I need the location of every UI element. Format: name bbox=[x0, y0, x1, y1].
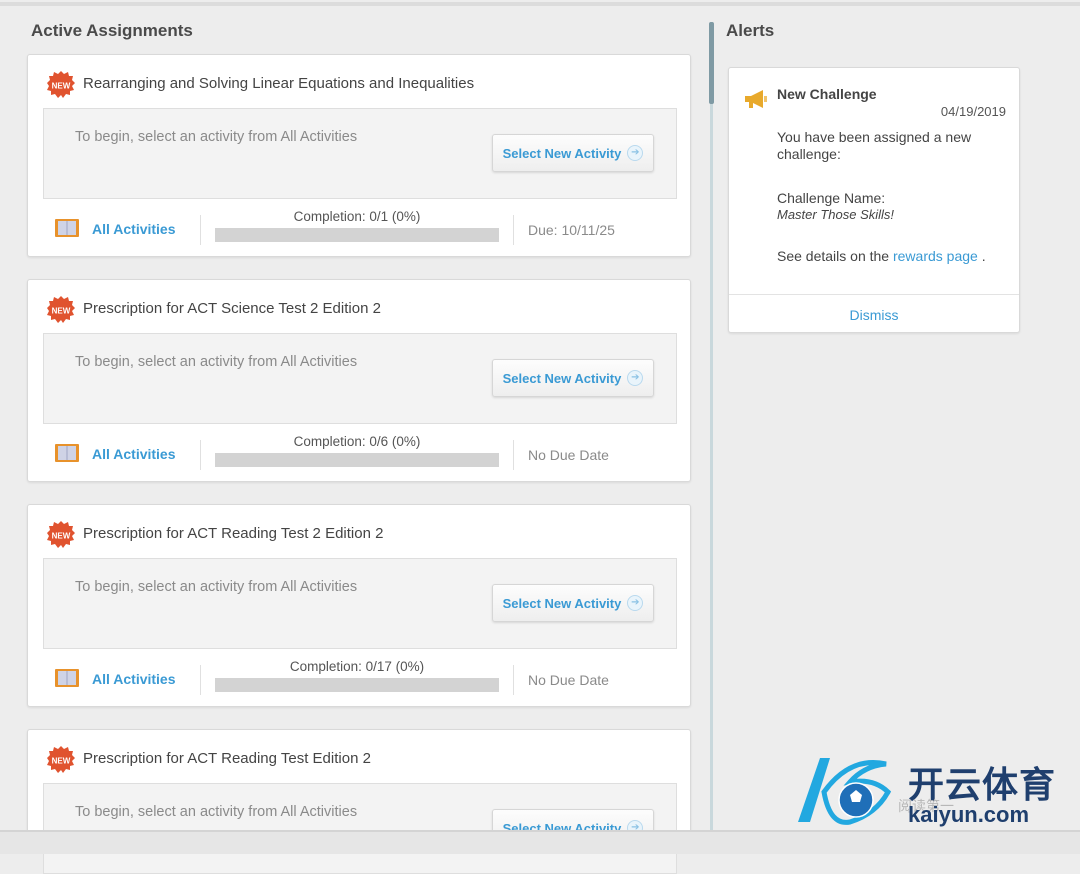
svg-text:NEW: NEW bbox=[52, 532, 71, 541]
svg-text:NEW: NEW bbox=[52, 307, 71, 316]
svg-text:NEW: NEW bbox=[52, 82, 71, 91]
book-icon bbox=[55, 444, 79, 462]
footer-divider bbox=[200, 440, 201, 470]
activity-hint: To begin, select an activity from All Ac… bbox=[75, 129, 358, 145]
activity-panel: To begin, select an activity from All Ac… bbox=[43, 558, 677, 649]
completion-progress-bar bbox=[215, 678, 499, 692]
due-date: No Due Date bbox=[528, 447, 609, 463]
details-prefix: See details on the bbox=[777, 248, 890, 264]
select-new-activity-label: Select New Activity bbox=[502, 145, 622, 161]
challenge-name: Master Those Skills! bbox=[777, 207, 895, 222]
details-suffix: . bbox=[981, 248, 986, 264]
completion-progress-bar bbox=[215, 228, 499, 242]
footer-divider bbox=[513, 440, 514, 470]
challenge-name-label: Challenge Name: bbox=[777, 190, 886, 206]
due-date: No Due Date bbox=[528, 672, 609, 688]
activity-hint: To begin, select an activity from All Ac… bbox=[75, 579, 358, 595]
card-footer: All Activities Completion: 0/6 (0%) No D… bbox=[28, 430, 690, 480]
scrollbar-track[interactable] bbox=[710, 22, 713, 830]
card-footer: All Activities Completion: 0/1 (0%) Due:… bbox=[28, 205, 690, 255]
select-new-activity-button[interactable]: Select New Activity ➔ bbox=[492, 359, 654, 397]
book-icon bbox=[55, 219, 79, 237]
assignment-card: NEW Prescription for ACT Reading Test Ed… bbox=[27, 729, 691, 874]
top-rule bbox=[0, 2, 1080, 6]
due-date: Due: 10/11/25 bbox=[528, 222, 615, 238]
book-icon bbox=[55, 669, 79, 687]
completion-label: Completion: 0/1 (0%) bbox=[293, 209, 421, 224]
select-new-activity-label: Select New Activity bbox=[502, 595, 622, 611]
select-new-activity-button[interactable]: Select New Activity ➔ bbox=[492, 134, 654, 172]
assignment-card: NEW Rearranging and Solving Linear Equat… bbox=[27, 54, 691, 257]
dismiss-button[interactable]: Dismiss bbox=[729, 307, 1019, 323]
arrow-right-icon: ➔ bbox=[627, 595, 644, 611]
challenge-alert-card: New Challenge 04/19/2019 You have been a… bbox=[728, 67, 1020, 333]
new-badge-icon: NEW bbox=[47, 746, 75, 773]
footer-divider bbox=[200, 215, 201, 245]
completion-label: Completion: 0/17 (0%) bbox=[289, 659, 425, 674]
activity-hint: To begin, select an activity from All Ac… bbox=[75, 804, 358, 820]
all-activities-link[interactable]: All Activities bbox=[92, 221, 176, 237]
alert-heading: New Challenge bbox=[777, 86, 877, 102]
activity-panel: To begin, select an activity from All Ac… bbox=[43, 333, 677, 424]
watermark: 开云体育 阅读第一 kaiyun.com bbox=[790, 752, 1075, 830]
alerts-title: Alerts bbox=[726, 21, 775, 40]
watermark-url: kaiyun.com bbox=[908, 802, 1030, 827]
brand-logo-icon bbox=[798, 758, 892, 825]
assignment-title[interactable]: Prescription for ACT Reading Test 2 Edit… bbox=[83, 525, 383, 542]
alert-message: You have been assigned a new challenge: bbox=[777, 129, 972, 162]
activity-panel: To begin, select an activity from All Ac… bbox=[43, 783, 677, 874]
svg-text:NEW: NEW bbox=[52, 757, 71, 766]
footer-divider bbox=[513, 665, 514, 695]
assignment-title[interactable]: Prescription for ACT Science Test 2 Edit… bbox=[83, 300, 381, 317]
new-badge-icon: NEW bbox=[47, 521, 75, 548]
card-footer: All Activities Completion: 0/17 (0%) No … bbox=[28, 655, 690, 705]
bottom-rule bbox=[0, 830, 1080, 854]
assignment-card: NEW Prescription for ACT Reading Test 2 … bbox=[27, 504, 691, 707]
arrow-right-icon: ➔ bbox=[627, 145, 644, 161]
all-activities-link[interactable]: All Activities bbox=[92, 671, 176, 687]
scrollbar-thumb[interactable] bbox=[709, 22, 714, 104]
activity-panel: To begin, select an activity from All Ac… bbox=[43, 108, 677, 199]
new-badge-icon: NEW bbox=[47, 71, 75, 98]
assignment-title[interactable]: Prescription for ACT Reading Test Editio… bbox=[83, 750, 371, 767]
assignment-card: NEW Prescription for ACT Science Test 2 … bbox=[27, 279, 691, 482]
all-activities-link[interactable]: All Activities bbox=[92, 446, 176, 462]
footer-divider bbox=[200, 665, 201, 695]
rewards-page-link[interactable]: rewards page bbox=[893, 248, 978, 264]
select-new-activity-label: Select New Activity bbox=[502, 370, 622, 386]
alert-divider bbox=[729, 294, 1019, 295]
assignment-title[interactable]: Rearranging and Solving Linear Equations… bbox=[83, 75, 474, 92]
completion-progress-bar bbox=[215, 453, 499, 467]
megaphone-icon bbox=[745, 90, 767, 108]
select-new-activity-button[interactable]: Select New Activity ➔ bbox=[492, 584, 654, 622]
activity-hint: To begin, select an activity from All Ac… bbox=[75, 354, 358, 370]
active-assignments-title: Active Assignments bbox=[31, 21, 193, 40]
alert-date: 04/19/2019 bbox=[940, 104, 1006, 119]
arrow-right-icon: ➔ bbox=[627, 370, 644, 386]
new-badge-icon: NEW bbox=[47, 296, 75, 323]
alert-details: See details on the rewards page . bbox=[777, 248, 987, 265]
completion-label: Completion: 0/6 (0%) bbox=[293, 434, 421, 449]
footer-divider bbox=[513, 215, 514, 245]
